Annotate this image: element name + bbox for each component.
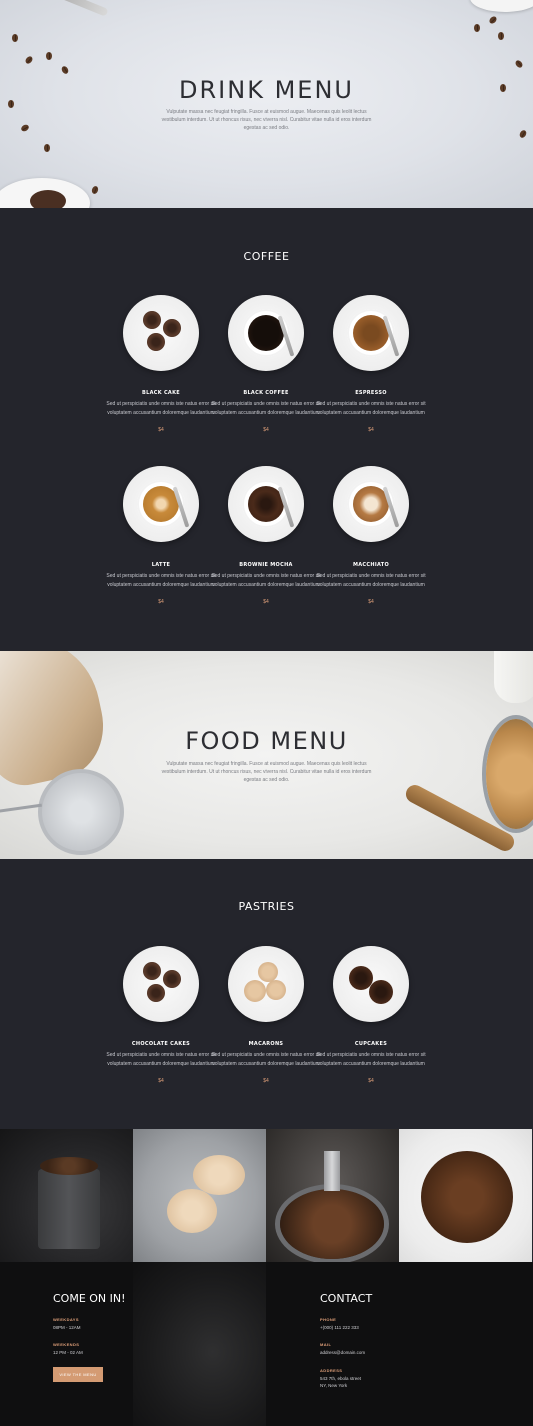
coffee-beans-bowl-photo — [399, 1129, 533, 1262]
drink-menu-hero: DRINK MENU Vulputate massa nec feugiat f… — [0, 0, 533, 208]
hero-description: Vulputate massa nec feugiat fringilla. F… — [161, 109, 372, 131]
item-name: LATTE — [151, 562, 171, 568]
black-cake-image — [123, 295, 199, 371]
cake-image — [30, 190, 66, 208]
item-price: $4 — [158, 599, 164, 605]
contact-title: CONTACT — [320, 1292, 373, 1305]
item-price: $4 — [368, 599, 374, 605]
item-price: $4 — [158, 1078, 164, 1084]
address-line-2: NY, New York — [320, 1383, 348, 1388]
sieve-image — [38, 769, 124, 855]
item-description: Sed ut perspiciatis unde omnis iste natu… — [211, 401, 321, 416]
background-photo — [133, 1262, 266, 1426]
item-name: CUPCAKES — [354, 1041, 388, 1047]
coffee-bean-icon — [44, 144, 50, 152]
pastries-section: PASTRIES CHOCOLATE CAKES Sed ut perspici… — [0, 859, 533, 1129]
item-name: MACCHIATO — [352, 562, 390, 568]
item-description: Sed ut perspiciatis unde omnis iste natu… — [211, 573, 321, 588]
come-on-in-title: COME ON IN! — [53, 1292, 126, 1305]
phone-label: PHONE — [320, 1317, 337, 1322]
coffee-bean-icon — [498, 32, 504, 40]
macaron-stack-photo — [133, 1129, 267, 1262]
item-description: Sed ut perspiciatis unde omnis iste natu… — [106, 573, 216, 588]
chocolate-cakes-image — [123, 946, 199, 1022]
black-coffee-image — [228, 295, 304, 371]
item-description: Sed ut perspiciatis unde omnis iste natu… — [316, 1052, 426, 1067]
address-line-1: 543 7th, ebola street — [320, 1376, 362, 1381]
coffee-section: COFFEE BLACK CAKE Sed ut perspiciatis un… — [0, 208, 533, 651]
coffee-bean-icon — [488, 15, 498, 25]
macarons-image — [228, 946, 304, 1022]
item-name: MACARONS — [248, 1041, 284, 1047]
mail-label: MAIL — [320, 1342, 332, 1347]
coffee-bean-icon — [474, 24, 480, 32]
macchiato-image — [333, 466, 409, 542]
footer: COME ON IN! WEEKDAYS 08PM - 12AM WEEKEND… — [0, 1262, 533, 1426]
item-price: $4 — [158, 427, 164, 433]
photo-gallery — [0, 1129, 533, 1262]
latte-image — [123, 466, 199, 542]
weekends-hours: 12 PM - 02 AM — [53, 1350, 83, 1355]
coffee-bean-icon — [12, 34, 18, 42]
item-name: BROWNIE MOCHA — [239, 562, 293, 568]
item-price: $4 — [263, 427, 269, 433]
hero-description: Vulputate massa nec feugiat fringilla. F… — [161, 761, 372, 783]
page-title: FOOD MENU — [185, 727, 348, 755]
address-label: ADDRESS — [320, 1368, 343, 1373]
item-name: BLACK CAKE — [142, 390, 180, 396]
item-price: $4 — [368, 1078, 374, 1084]
bowl-image — [470, 0, 533, 12]
item-description: Sed ut perspiciatis unde omnis iste natu… — [106, 401, 216, 416]
coffee-bean-icon — [24, 55, 34, 65]
weekends-label: WEEKENDS — [53, 1342, 80, 1347]
email-address[interactable]: address@domain.com — [320, 1349, 365, 1356]
item-name: CHOCOLATE CAKES — [131, 1041, 191, 1047]
page-title: DRINK MENU — [179, 76, 354, 104]
sieve-handle-image — [0, 803, 42, 814]
section-title: COFFEE — [243, 250, 290, 263]
spoon-image — [31, 0, 109, 17]
section-title: PASTRIES — [238, 900, 295, 913]
coffee-bean-icon — [60, 65, 70, 75]
espresso-image — [333, 295, 409, 371]
item-price: $4 — [368, 427, 374, 433]
item-description: Sed ut perspiciatis unde omnis iste natu… — [211, 1052, 321, 1067]
weekdays-label: WEEKDAYS — [53, 1317, 79, 1322]
coffee-bean-icon — [90, 185, 100, 195]
food-menu-hero: FOOD MENU Vulputate massa nec feugiat fr… — [0, 651, 533, 859]
cupcakes-image — [333, 946, 409, 1022]
item-description: Sed ut perspiciatis unde omnis iste natu… — [316, 401, 426, 416]
phone-number[interactable]: +(000) 111 222 333 — [320, 1324, 359, 1331]
view-menu-button[interactable]: VIEW THE MENU — [53, 1367, 103, 1382]
item-name: BLACK COFFEE — [243, 390, 289, 396]
item-description: Sed ut perspiciatis unde omnis iste natu… — [106, 1052, 216, 1067]
item-name: ESPRESSO — [355, 390, 387, 396]
item-price: $4 — [263, 599, 269, 605]
coffee-bean-icon — [46, 52, 52, 60]
coffee-bean-icon — [20, 123, 30, 133]
item-price: $4 — [263, 1078, 269, 1084]
coffee-mug-photo — [0, 1129, 134, 1262]
item-description: Sed ut perspiciatis unde omnis iste natu… — [316, 573, 426, 588]
milk-bottle-image — [494, 651, 533, 703]
coffee-bean-icon — [518, 129, 528, 139]
weekdays-hours: 08PM - 12AM — [53, 1325, 81, 1330]
coffee-bean-icon — [514, 59, 524, 69]
brownie-mocha-image — [228, 466, 304, 542]
coffee-grinder-photo — [266, 1129, 400, 1262]
